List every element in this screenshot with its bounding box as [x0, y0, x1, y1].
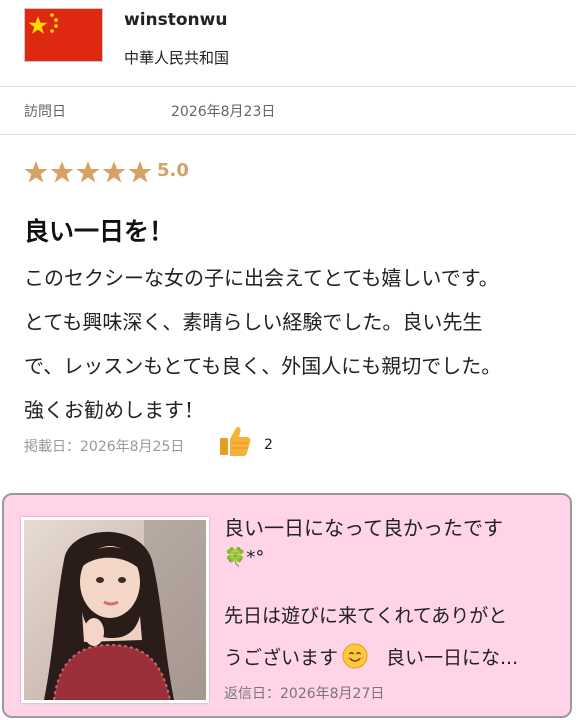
review-body-line: で、レッスンもとても良く、外国人にも親切でした。 [24, 354, 502, 378]
review-title: 良い一日を！ [24, 217, 175, 246]
star-icon [76, 161, 100, 183]
posted-date: 掲載日：2026年8月25日 [24, 439, 185, 455]
country-flag-icon [24, 8, 103, 62]
like-button[interactable] [218, 424, 252, 462]
review-body-line: このセクシーな女の子に出会えてとても嬉しいです。 [24, 266, 499, 290]
review-body-line: とても興味深く、素晴らしい経験でした。良い先生 [24, 310, 483, 334]
reply-text-line: うございます 良い一日にな... [224, 637, 564, 679]
smiling-face-icon [342, 642, 368, 669]
owner-reply-card: 良い一日になって良かったです 🍀*° 先日は遊びに来てくれてありがと うございま… [2, 493, 572, 718]
reviewer-username[interactable]: winstonwu [124, 10, 227, 30]
reply-date: 返信日：2026年8月27日 [224, 686, 385, 702]
reply-text-segment: うございます [224, 647, 339, 669]
divider [0, 86, 576, 87]
visit-date-label: 訪問日 [24, 104, 66, 120]
star-icon [50, 161, 74, 183]
like-count: 2 [264, 437, 273, 453]
star-icon [102, 161, 126, 183]
reply-text-line: 先日は遊びに来てくれてありがと [224, 605, 508, 627]
reply-title: 良い一日になって良かったです [224, 516, 503, 540]
reply-avatar-photo [21, 517, 209, 703]
review-body: このセクシーな女の子に出会えてとても嬉しいです。 とても興味深く、素晴らしい経験… [24, 256, 564, 432]
visit-date-value: 2026年8月23日 [171, 104, 276, 120]
star-rating [24, 160, 152, 186]
rating-value: 5.0 [157, 160, 189, 181]
reply-title-emoji: 🍀*° [224, 547, 265, 568]
reviewer-country: 中華人民共和国 [124, 49, 230, 67]
star-icon [128, 161, 152, 183]
review-body-line: 強くお勧めします！ [24, 398, 204, 422]
star-icon [24, 161, 48, 183]
reply-text: 先日は遊びに来てくれてありがと うございます 良い一日にな... [224, 595, 564, 679]
thumbs-up-icon [220, 427, 251, 456]
reply-text-segment: 良い一日にな... [386, 647, 519, 669]
divider [0, 134, 576, 135]
